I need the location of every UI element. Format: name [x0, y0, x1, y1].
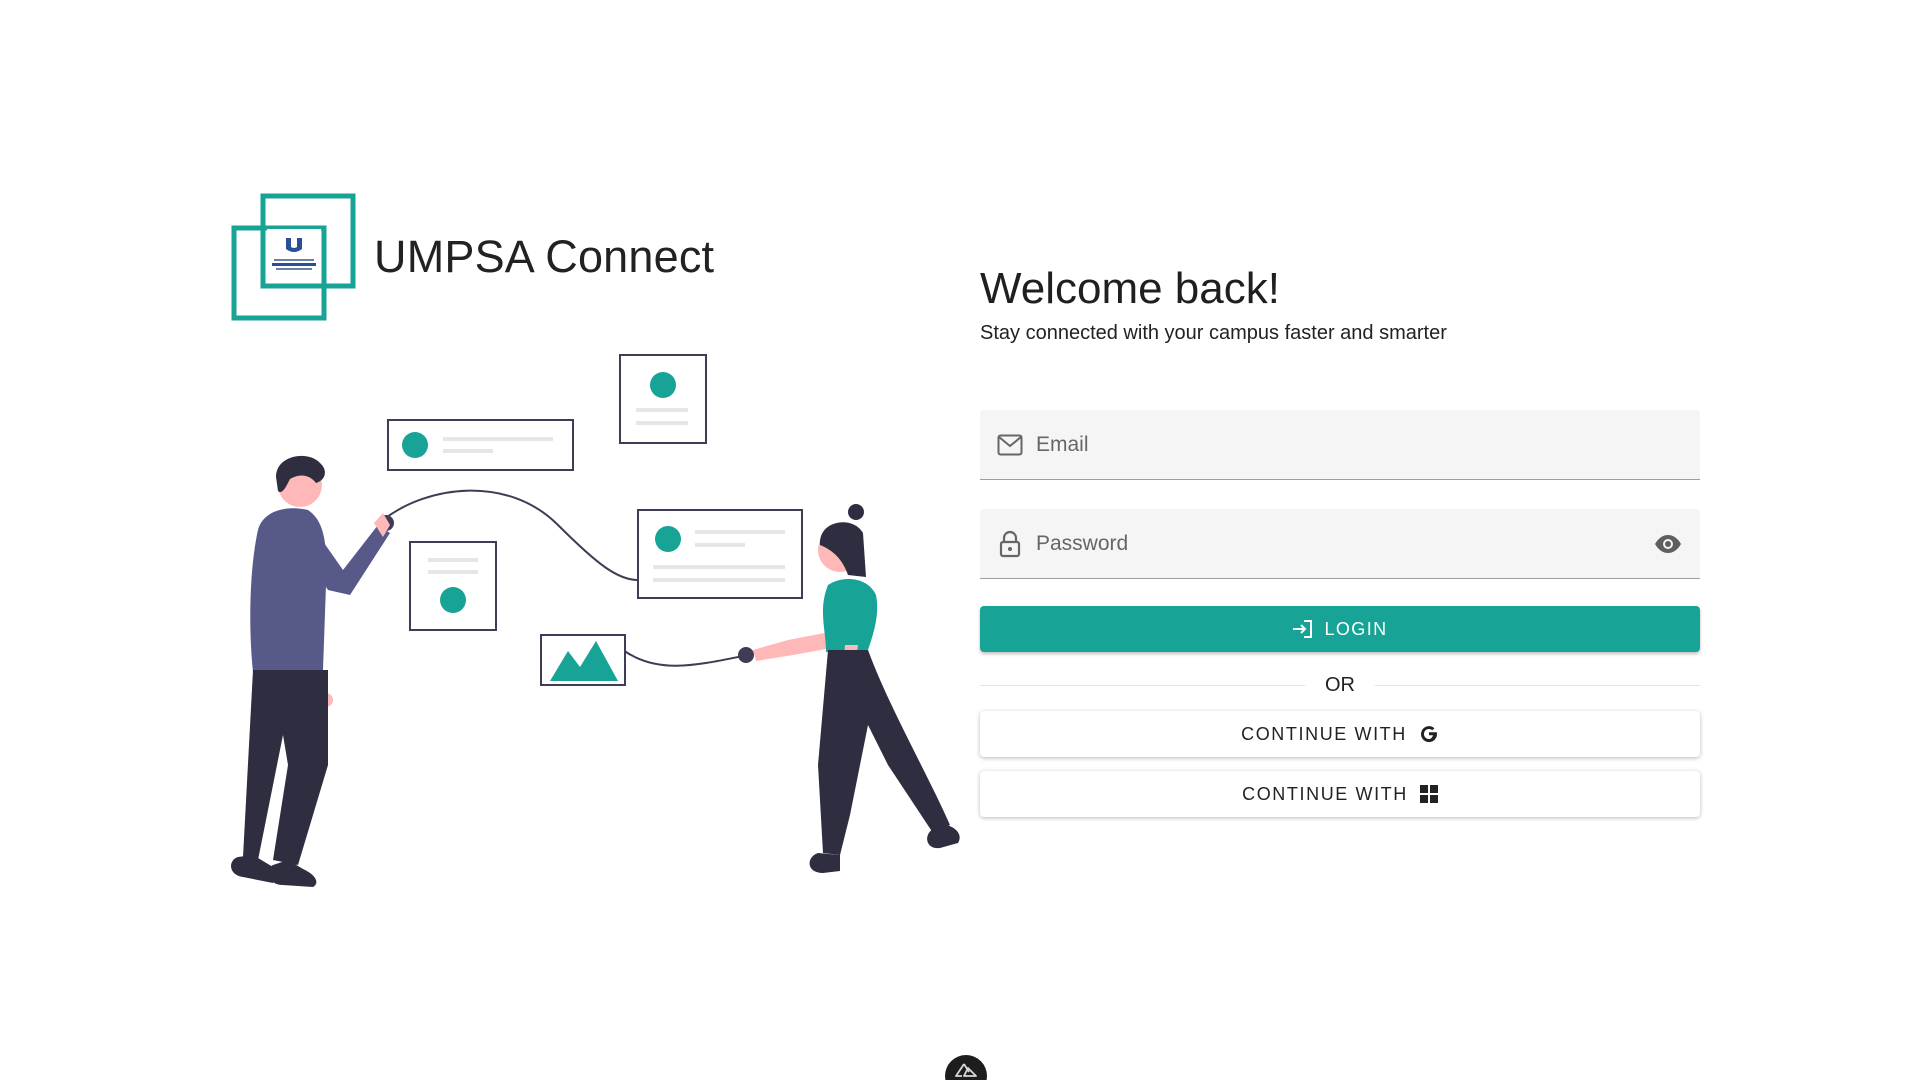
login-button[interactable]: LOGIN: [980, 606, 1700, 652]
lock-icon: [996, 530, 1024, 558]
password-input[interactable]: [1034, 530, 1652, 557]
divider-line-left: [980, 685, 1305, 686]
password-field[interactable]: [980, 509, 1700, 579]
mail-icon: [996, 431, 1024, 459]
nuxt-icon: [955, 1063, 977, 1077]
login-panel: Welcome back! Stay connected with your c…: [980, 262, 1700, 817]
or-divider: OR: [980, 674, 1700, 697]
email-input[interactable]: [1034, 431, 1684, 458]
collaboration-illustration: [228, 345, 963, 900]
login-icon: [1292, 619, 1314, 639]
welcome-subtitle: Stay connected with your campus faster a…: [980, 322, 1447, 344]
eye-icon[interactable]: [1652, 528, 1684, 560]
google-icon: [1419, 724, 1439, 744]
divider-line-right: [1375, 685, 1700, 686]
nuxt-devtools-button[interactable]: [945, 1055, 987, 1080]
continue-with-google-button[interactable]: CONTINUE WITH: [980, 711, 1700, 757]
umpsa-logo: [230, 193, 358, 321]
app-name: UMPSA Connect: [374, 231, 715, 282]
microsoft-icon: [1419, 785, 1438, 803]
login-button-label: LOGIN: [1324, 618, 1388, 639]
continue-with-microsoft-button[interactable]: CONTINUE WITH: [980, 771, 1700, 817]
email-field[interactable]: [980, 410, 1700, 480]
google-button-label: CONTINUE WITH: [1241, 723, 1407, 744]
microsoft-button-label: CONTINUE WITH: [1242, 783, 1408, 804]
welcome-title: Welcome back!: [980, 264, 1280, 313]
or-label: OR: [1325, 674, 1355, 696]
brand-header: UMPSA Connect: [230, 193, 714, 321]
login-page: UMPSA Connect Welcome back! Stay connect…: [0, 0, 1920, 1080]
